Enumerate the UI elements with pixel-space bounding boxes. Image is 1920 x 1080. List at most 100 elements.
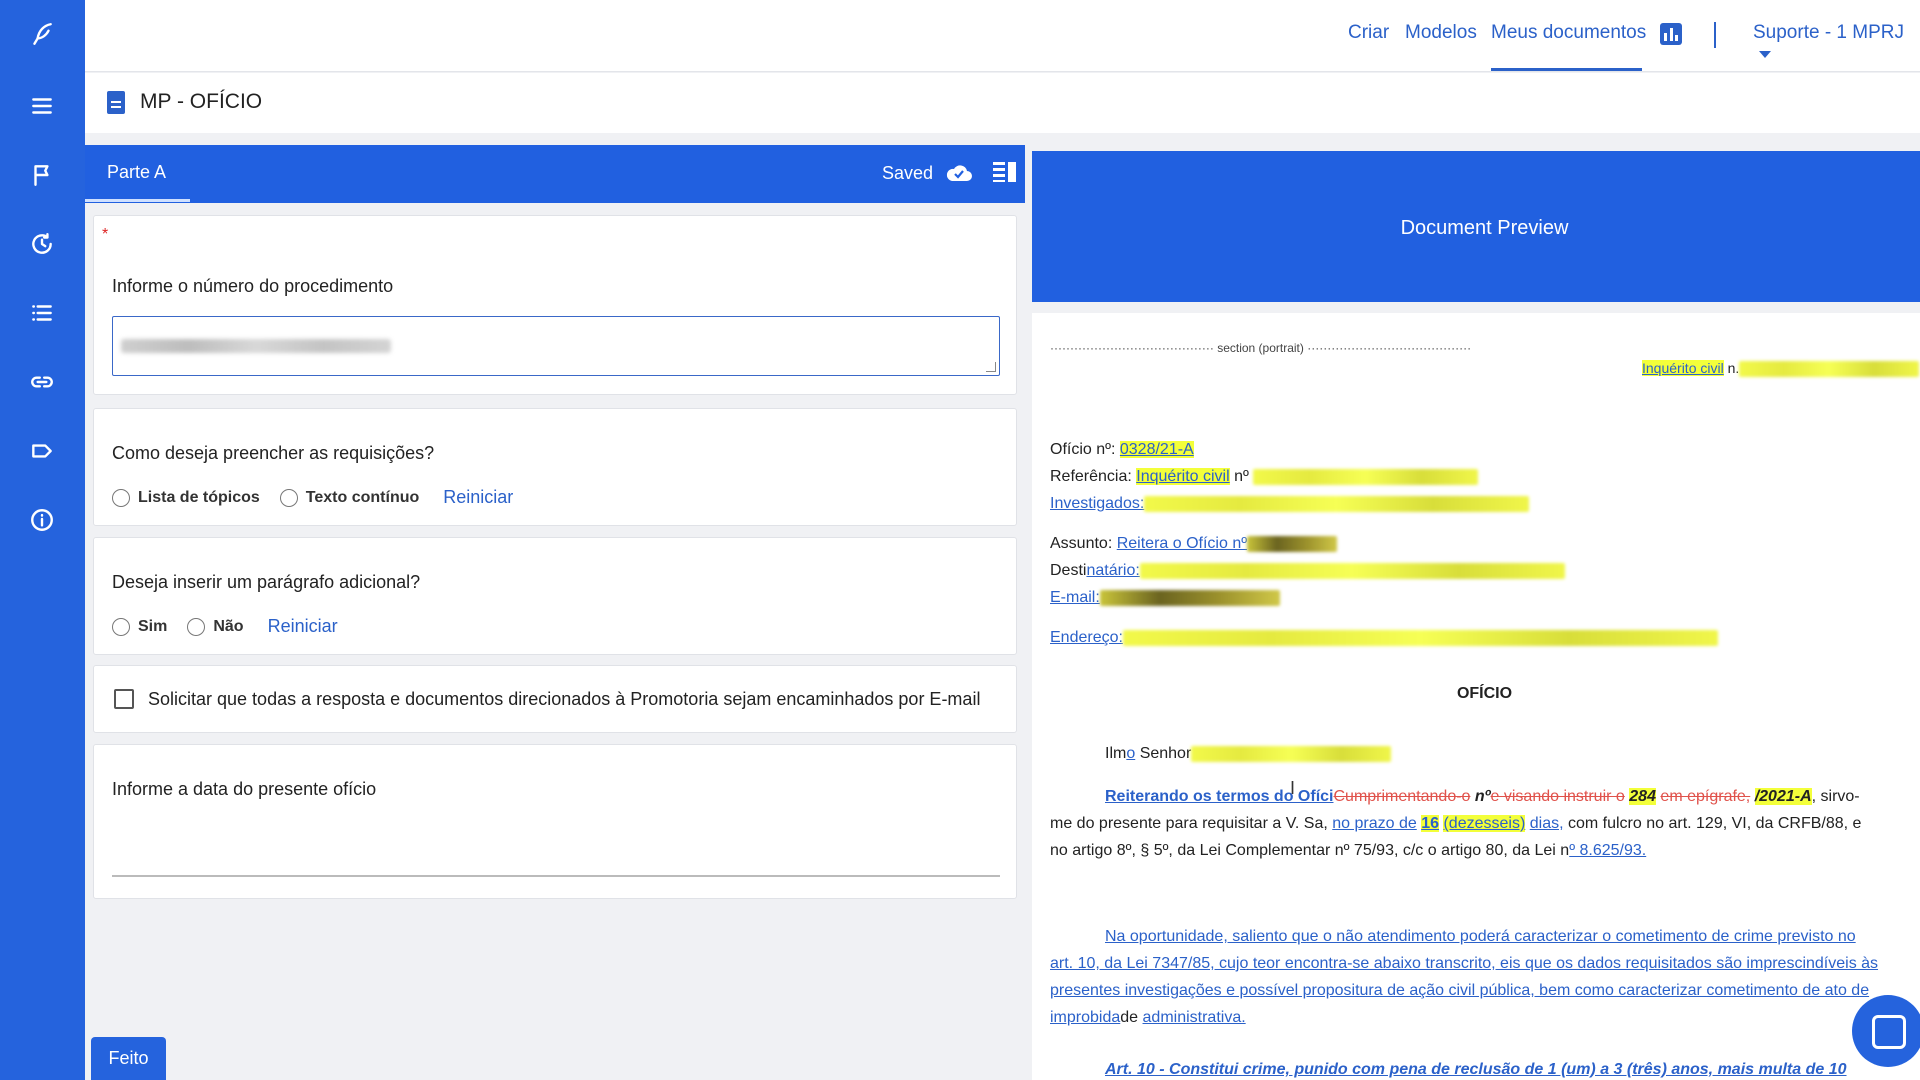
done-button[interactable]: Feito (91, 1037, 166, 1080)
link-icon[interactable] (22, 362, 62, 402)
document-heading: OFÍCIO (1456, 685, 1513, 702)
p2-text-b: com fulcro no art. 129, VI, da CRFB/88, … (1567, 815, 1862, 832)
p2-prazo-link[interactable]: no prazo de (1332, 815, 1417, 832)
nav-criar[interactable]: Criar (1348, 22, 1389, 44)
user-menu[interactable]: Suporte - 1 MPRJ (1753, 22, 1920, 66)
p3-lei-link[interactable]: º 8.625/93. (1569, 842, 1646, 859)
card-data-oficio: Informe a data do presente ofício (93, 744, 1017, 899)
assunto-label: Assunto: (1050, 535, 1113, 552)
email-line: E-mail: (1050, 584, 1280, 611)
list-icon[interactable] (22, 293, 62, 333)
p1-oficio-year[interactable]: /2021-A (1754, 788, 1812, 805)
question-paragrafo: Deseja inserir um parágrafo adicional? (112, 572, 421, 592)
flag-icon[interactable] (22, 155, 62, 195)
resize-handle[interactable] (986, 362, 996, 372)
oficio-number[interactable]: 0328/21-A (1119, 441, 1194, 458)
form-header: Parte A Saved (85, 145, 1025, 203)
section-marker: ········································… (1050, 341, 1472, 355)
menu-icon[interactable] (22, 86, 62, 126)
option-nao[interactable]: Não (187, 617, 244, 636)
redacted-value (121, 339, 391, 353)
question-requisicoes: Como deseja preencher as requisições? (112, 443, 435, 463)
p1-deleted-text-2: e visando instruir o (1490, 788, 1625, 805)
p2-dias-link[interactable]: dias, (1530, 815, 1564, 832)
p4-text-b: de (1120, 1009, 1139, 1026)
p2-days-text[interactable]: (dezesseis) (1443, 815, 1526, 832)
history-icon[interactable] (22, 224, 62, 264)
destinatario-label-b[interactable]: natário: (1086, 562, 1139, 579)
email-checkbox-label[interactable]: Solicitar que todas a resposta e documen… (148, 689, 980, 710)
paragraph-1-line-2: me do presente para requisitar a V. Sa, … (1050, 810, 1861, 837)
radio-button[interactable] (112, 488, 130, 507)
p1-deleted-text-3: em epígrafe, (1660, 788, 1751, 805)
preview-title: Document Preview (1400, 217, 1569, 239)
assunto-value[interactable]: Reitera o Ofício nº (1117, 535, 1247, 552)
paragraph-1-line-3: no artigo 8º, § 5º, da Lei Complementar … (1050, 837, 1646, 864)
reset-paragrafo-link[interactable]: Reiniciar (268, 616, 338, 637)
email-label[interactable]: E-mail: (1050, 589, 1100, 606)
document-icon (107, 91, 125, 114)
paragraph-2-line-2[interactable]: art. 10, da Lei 7347/85, cujo teor encon… (1050, 950, 1878, 977)
redacted-ic-number (1739, 361, 1920, 378)
info-icon[interactable] (22, 500, 62, 540)
p2-days-number[interactable]: 16 (1421, 815, 1440, 832)
tag-icon[interactable] (22, 431, 62, 471)
chat-widget-icon[interactable] (1852, 995, 1920, 1067)
document-titlebar: MP - OFÍCIO (85, 73, 1920, 133)
article-10-quote[interactable]: Art. 10 - Constitui crime, punido com pe… (1105, 1056, 1847, 1080)
p1-oficio-number[interactable]: 284 (1629, 788, 1656, 805)
save-status: Saved (882, 163, 934, 183)
radio-button[interactable] (112, 617, 130, 636)
nav-modelos[interactable]: Modelos (1405, 22, 1477, 44)
numero-procedimento-input[interactable] (112, 316, 1000, 376)
date-input[interactable] (112, 875, 1000, 877)
redacted-endereco (1122, 629, 1718, 646)
p4-text-a[interactable]: improbida (1050, 1009, 1120, 1026)
option-label: Lista de tópicos (138, 488, 260, 506)
assunto-line: Assunto: Reitera o Ofício nº (1050, 530, 1338, 557)
radio-group-paragrafo: Sim Não Reiniciar (112, 616, 338, 637)
option-label: Não (213, 617, 244, 635)
radio-button[interactable] (279, 488, 298, 507)
required-asterisk: * (102, 226, 109, 243)
option-texto-continuo[interactable]: Texto contínuo (279, 488, 419, 507)
investigados-label[interactable]: Investigados: (1050, 495, 1144, 512)
outline-toggle-icon[interactable] (993, 161, 1017, 183)
feather-logo-icon[interactable] (22, 14, 62, 54)
card-paragrafo-adicional: Deseja inserir um parágrafo adicional? S… (93, 537, 1017, 655)
destinatario-label-a: Desti (1050, 562, 1087, 579)
tab-parte-a[interactable]: Parte A (107, 162, 166, 183)
endereco-label[interactable]: Endereço: (1050, 629, 1123, 646)
section-label: section (portrait) (1217, 341, 1304, 355)
ic-suffix: n. (1727, 360, 1740, 376)
p1-deleted-text-1: Cumprimentando-o (1333, 788, 1471, 805)
form-body: * Informe o número do procedimento Como … (85, 203, 1025, 1080)
endereco-line: Endereço: (1050, 624, 1718, 651)
oficio-line: Ofício nº: 0328/21-A (1050, 436, 1194, 463)
salutation-c: Senhor (1139, 745, 1192, 762)
redacted-ref-number (1253, 468, 1479, 485)
email-checkbox[interactable] (114, 689, 134, 709)
paragraph-2-line-3[interactable]: presentes investigações e possível propo… (1050, 977, 1869, 1004)
nav-meus-documentos[interactable]: Meus documentos (1491, 22, 1646, 44)
reset-requisicoes-link[interactable]: Reiniciar (443, 487, 513, 508)
sidebar (0, 0, 85, 1080)
paragraph-2-line-1[interactable]: Na oportunidade, saliento que o não aten… (1105, 923, 1856, 950)
redacted-destinatario (1139, 562, 1565, 579)
card-requisicoes: Como deseja preencher as requisições? Li… (93, 408, 1017, 526)
tab-underline (85, 199, 190, 202)
option-lista-topicos[interactable]: Lista de tópicos (112, 488, 260, 507)
ic-label[interactable]: Inquérito civil (1642, 360, 1724, 376)
referencia-value[interactable]: Inquérito civil (1136, 468, 1230, 485)
radio-button[interactable] (187, 617, 206, 636)
referencia-label: Referência: (1050, 468, 1132, 485)
preview-header: Document Preview (1032, 151, 1920, 302)
option-sim[interactable]: Sim (112, 617, 167, 636)
referencia-line: Referência: Inquérito civil nº (1050, 463, 1479, 490)
radio-group-requisicoes: Lista de tópicos Texto contínuo Reinicia… (112, 487, 513, 508)
redacted-assunto (1247, 535, 1338, 552)
bar-chart-icon[interactable] (1660, 23, 1682, 45)
p4-text-c[interactable]: administrativa. (1143, 1009, 1246, 1026)
p1-tail: , sirvo- (1811, 788, 1860, 805)
salutation-b[interactable]: o (1126, 745, 1135, 762)
